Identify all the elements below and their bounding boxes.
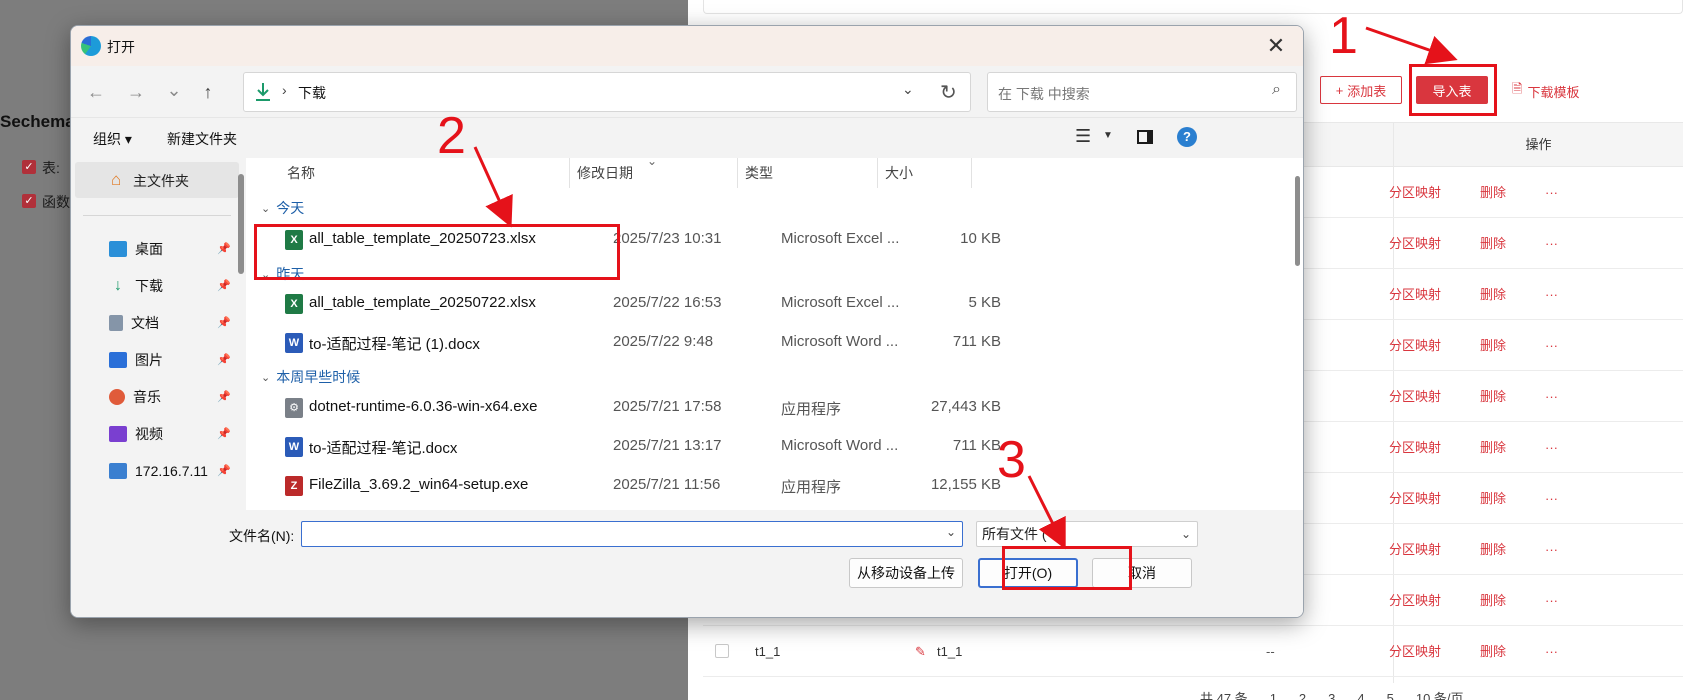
- annotation-arrow-3: [1027, 475, 1066, 550]
- annotation-arrows: [473, 26, 1458, 550]
- annotation-arrow-1: [1365, 26, 1458, 65]
- annotation-arrow-2: [473, 146, 513, 228]
- screen: Sechema ✓ 表: ✓ 函数 + 添加表 导入表 🗎 下载模板 操作 分区…: [0, 0, 1683, 700]
